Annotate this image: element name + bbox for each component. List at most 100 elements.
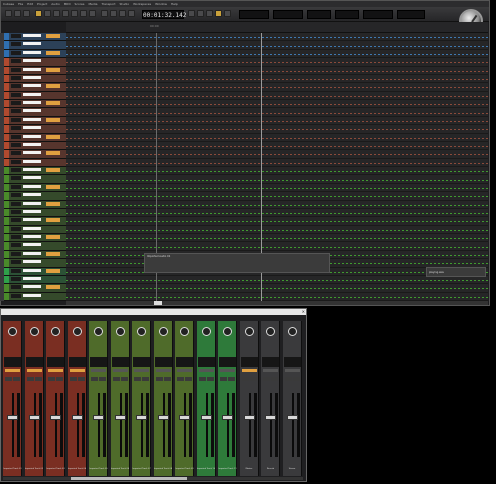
track-header[interactable]	[4, 49, 66, 59]
glue-tool-button[interactable]	[62, 10, 69, 17]
pan-control[interactable]	[241, 369, 257, 372]
track-name[interactable]	[23, 285, 41, 289]
track-name[interactable]	[23, 251, 41, 255]
menu-item[interactable]: Window	[155, 2, 167, 6]
track-lane[interactable]	[66, 134, 488, 142]
pan-control[interactable]	[5, 369, 20, 372]
mute-button[interactable]	[284, 377, 292, 381]
toolbar-button[interactable]	[5, 10, 12, 17]
mixer-titlebar[interactable]: ✕	[1, 309, 306, 315]
channel-name[interactable]: Imported Track 08	[154, 467, 173, 472]
track-lane[interactable]	[66, 175, 488, 184]
track-name[interactable]	[23, 101, 41, 104]
track-name[interactable]	[23, 117, 41, 121]
insert-slots[interactable]	[133, 357, 150, 367]
track-name[interactable]	[23, 209, 41, 213]
track-lane[interactable]	[66, 226, 488, 234]
track-lane[interactable]	[66, 142, 488, 151]
track-lane[interactable]	[66, 242, 488, 251]
menu-item[interactable]: File	[18, 2, 23, 6]
track-lane[interactable]	[66, 67, 488, 75]
mute-tool-button[interactable]	[89, 10, 96, 17]
track-lane[interactable]	[66, 192, 488, 201]
gain-knob-icon[interactable]	[8, 327, 17, 336]
track-name[interactable]	[23, 84, 41, 88]
mute-solo-buttons[interactable]	[11, 193, 21, 198]
track-header[interactable]	[4, 250, 66, 260]
mute-solo-buttons[interactable]	[11, 159, 21, 164]
track-name[interactable]	[23, 42, 41, 46]
close-icon[interactable]: ✕	[291, 309, 305, 315]
gain-knob-icon[interactable]	[266, 327, 275, 336]
fader-handle[interactable]	[179, 415, 190, 420]
menu-item[interactable]: Media	[88, 2, 97, 6]
insert-slots[interactable]	[154, 357, 172, 367]
mute-solo-buttons[interactable]	[11, 151, 21, 156]
channel-name[interactable]: Reverb	[261, 467, 280, 472]
solo-button[interactable]	[292, 377, 300, 381]
track-lane[interactable]	[66, 184, 488, 193]
solo-button[interactable]	[99, 377, 106, 381]
zoom-display[interactable]	[397, 10, 425, 19]
mute-solo-buttons[interactable]	[11, 293, 21, 298]
solo-button[interactable]	[185, 377, 192, 381]
click-display[interactable]	[335, 10, 359, 19]
track-lane[interactable]	[66, 83, 488, 92]
fader-handle[interactable]	[222, 415, 233, 420]
track-lane[interactable]	[66, 284, 488, 293]
zoom-tool-button[interactable]	[80, 10, 87, 17]
channel-name[interactable]: Imported Track 03	[46, 467, 65, 472]
mute-solo-buttons[interactable]	[11, 276, 21, 281]
track-name[interactable]	[23, 92, 41, 96]
fader-handle[interactable]	[114, 415, 126, 420]
gain-knob-icon[interactable]	[158, 327, 168, 336]
solo-button[interactable]	[142, 377, 149, 381]
track-volume[interactable]	[46, 235, 60, 239]
track-name[interactable]	[23, 260, 41, 264]
track-volume[interactable]	[46, 151, 60, 156]
pan-control[interactable]	[155, 369, 171, 372]
track-volume[interactable]	[46, 268, 60, 273]
audio-clip[interactable]: Imported Audio 01	[144, 253, 330, 273]
mute-solo-buttons[interactable]	[11, 176, 21, 181]
fader-handle[interactable]	[136, 415, 147, 420]
insert-slots[interactable]	[90, 357, 107, 367]
insert-slots[interactable]	[111, 357, 129, 367]
insert-slots[interactable]	[47, 357, 64, 367]
track-name[interactable]	[23, 176, 41, 180]
mute-solo-buttons[interactable]	[11, 126, 21, 131]
track-name[interactable]	[23, 235, 41, 238]
track-header[interactable]	[4, 91, 66, 100]
track-name[interactable]	[23, 184, 41, 188]
track-header[interactable]	[4, 175, 66, 184]
mute-solo-buttons[interactable]	[11, 75, 21, 80]
snap-button[interactable]	[101, 10, 108, 17]
quantize-button[interactable]	[119, 10, 126, 17]
mixer-scrollbar[interactable]	[3, 477, 303, 480]
pan-control[interactable]	[198, 369, 214, 372]
mute-button[interactable]	[263, 377, 270, 381]
mute-button[interactable]	[48, 377, 55, 381]
signature-display[interactable]	[273, 10, 303, 19]
track-header[interactable]	[4, 66, 66, 75]
mute-solo-buttons[interactable]	[11, 134, 21, 139]
mute-solo-buttons[interactable]	[11, 251, 21, 256]
mute-solo-buttons[interactable]	[11, 34, 21, 38]
track-lane[interactable]	[66, 58, 488, 67]
track-lane[interactable]	[66, 276, 488, 285]
menu-item[interactable]: Scores	[74, 2, 84, 6]
mixer-channel-strip[interactable]: Reverb	[261, 321, 280, 476]
channel-name[interactable]: Imported Track 01	[3, 467, 22, 472]
mute-solo-buttons[interactable]	[11, 168, 21, 172]
channel-name[interactable]: Imported Track 04	[68, 467, 87, 472]
track-header[interactable]	[4, 58, 66, 67]
solo-button[interactable]	[120, 377, 128, 381]
toolbar-button[interactable]	[23, 10, 30, 17]
track-header[interactable]	[4, 208, 66, 218]
gain-knob-icon[interactable]	[223, 327, 232, 336]
track-lane[interactable]	[66, 100, 488, 109]
scrollbar-thumb[interactable]	[154, 301, 162, 305]
mixer-channel-strip[interactable]: Imported Track 03	[46, 321, 65, 476]
track-name[interactable]	[23, 276, 41, 280]
mute-solo-buttons[interactable]	[11, 109, 21, 114]
